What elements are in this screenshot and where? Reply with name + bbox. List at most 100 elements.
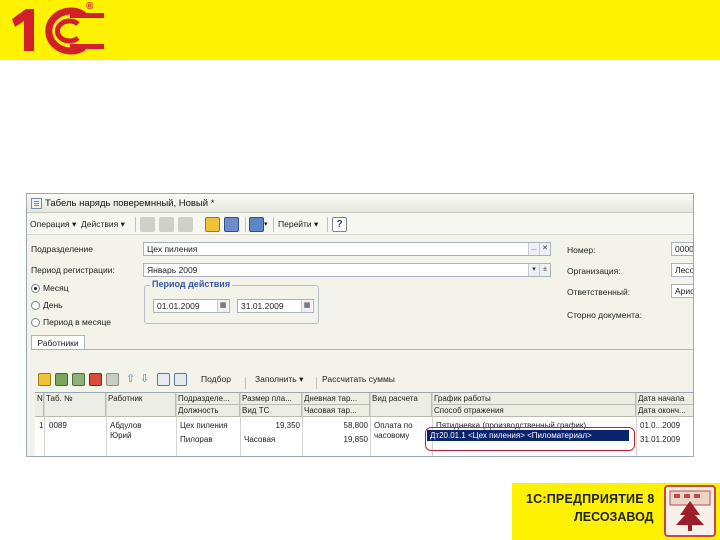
adjust-icon[interactable]: ±: [539, 264, 550, 276]
col-header-end-date[interactable]: Дата оконч...: [636, 405, 693, 417]
subdivision-value: Цех пиления: [147, 244, 198, 254]
add-row-icon[interactable]: [38, 373, 51, 386]
registered-mark: ®: [86, 1, 94, 12]
period-from-field[interactable]: 01.01.2009 ▦: [153, 299, 230, 313]
delete-row-icon[interactable]: [89, 373, 102, 386]
select-ellipsis-icon[interactable]: ...: [528, 243, 539, 255]
brand-bar: ®: [0, 0, 720, 60]
period-field[interactable]: Январь 2009 ▾ ±: [143, 263, 551, 277]
document-window: Табель нарядь поверемнный, Новый * Опера…: [26, 193, 694, 457]
organization-value: Лесоз: [675, 265, 694, 275]
col-divider: [44, 393, 45, 456]
sort-asc-icon[interactable]: [157, 373, 170, 386]
period-group: Период действия 01.01.2009 ▦ 31.01.2009 …: [144, 279, 319, 324]
clear-icon[interactable]: ✕: [539, 243, 550, 255]
col-header-tab-no[interactable]: Таб. №: [44, 393, 106, 417]
col-header-subdivision[interactable]: Подразделе...: [176, 393, 240, 405]
1c-logo-icon: [12, 7, 104, 55]
cell-day-rate[interactable]: 58,800: [302, 420, 368, 432]
structure-icon[interactable]: [249, 217, 264, 232]
number-value: 0000: [675, 244, 694, 254]
edit-row-icon[interactable]: [72, 373, 85, 386]
radio-day[interactable]: [31, 301, 40, 310]
move-down-icon[interactable]: ⇩: [140, 372, 149, 387]
col-header-rate-type[interactable]: Вид ТС: [240, 405, 302, 417]
select-button[interactable]: Подбор: [201, 372, 231, 387]
period-to-field[interactable]: 31.01.2009 ▦: [237, 299, 314, 313]
operation-menu[interactable]: Операция ▾: [30, 217, 76, 232]
col-header-day-rate[interactable]: Дневная тар...: [302, 393, 370, 405]
cell-n[interactable]: 1: [37, 420, 43, 432]
toolbar-separator: [135, 217, 136, 232]
main-toolbar: Операция ▾ Действия ▾ ▾ Перейти ▾ ?: [27, 214, 693, 235]
cell-end-date[interactable]: 31.01.2009: [638, 434, 680, 446]
cell-worker-name[interactable]: Юрий: [108, 430, 131, 442]
col-header-n[interactable]: N: [35, 393, 44, 417]
radio-period-in-month-label: Период в месяце: [43, 317, 111, 327]
responsible-field[interactable]: Арис: [671, 284, 693, 298]
organization-label: Организация:: [567, 266, 621, 276]
unpost-document-icon[interactable]: [224, 217, 239, 232]
edit-icon[interactable]: [178, 217, 193, 232]
move-up-icon[interactable]: ⇧: [126, 372, 135, 387]
period-value: Январь 2009: [147, 265, 198, 275]
col-header-hour-rate[interactable]: Часовая тар...: [302, 405, 370, 417]
col-header-calc-type[interactable]: Вид расчета: [370, 393, 432, 417]
col-divider: [370, 393, 371, 456]
radio-month[interactable]: [31, 284, 40, 293]
organization-field[interactable]: Лесоз: [671, 263, 694, 277]
cell-start-date[interactable]: 01.0...2009: [638, 420, 680, 432]
product-line2: ЛЕСОЗАВОД: [574, 510, 654, 524]
cell-calc-type-line2[interactable]: часовому: [372, 430, 409, 442]
cell-rate-type[interactable]: Часовая: [242, 434, 275, 446]
storno-label: Сторно документа:: [567, 310, 642, 320]
goto-menu[interactable]: Перейти ▾: [278, 217, 318, 232]
calc-sums-button[interactable]: Рассчитать суммы: [322, 372, 395, 387]
structure-dropdown-icon[interactable]: ▾: [264, 217, 268, 232]
cell-position[interactable]: Пилорав: [178, 434, 213, 446]
1c-logo: ®: [6, 1, 110, 57]
highlight-annotation: [425, 427, 635, 451]
tab-workers[interactable]: Работники: [31, 335, 85, 350]
calendar-icon[interactable]: ▦: [301, 300, 312, 312]
actions-menu[interactable]: Действия ▾: [81, 217, 125, 232]
col-divider: [176, 393, 177, 456]
table-toolbar-separator: [316, 377, 317, 389]
col-header-pay-size[interactable]: Размер пла...: [240, 393, 302, 405]
copy-row-icon[interactable]: [55, 373, 68, 386]
col-header-position[interactable]: Должность: [176, 405, 240, 417]
period-group-title: Период действия: [150, 279, 233, 289]
toolbar-separator: [273, 217, 274, 232]
period-label: Период регистрации:: [31, 265, 115, 275]
toolbar-separator: [327, 217, 328, 232]
col-header-start-date[interactable]: Дата начала: [636, 393, 693, 405]
help-icon[interactable]: ?: [332, 217, 347, 232]
col-divider: [106, 393, 107, 456]
cell-tab-no[interactable]: 0089: [47, 420, 67, 432]
add-icon[interactable]: [140, 217, 155, 232]
post-document-icon[interactable]: [205, 217, 220, 232]
chevron-down-icon[interactable]: ▾: [528, 264, 539, 276]
responsible-label: Ответственный:: [567, 287, 631, 297]
subdivision-field[interactable]: Цех пиления ... ✕: [143, 242, 551, 256]
number-field[interactable]: 0000: [671, 242, 694, 256]
cell-pay-size[interactable]: 19,350: [240, 420, 300, 432]
table-toolbar-separator: [245, 377, 246, 389]
col-header-worker[interactable]: Работник: [106, 393, 176, 417]
copy-icon[interactable]: [159, 217, 174, 232]
calendar-icon[interactable]: ▦: [217, 300, 228, 312]
radio-period-in-month[interactable]: [31, 318, 40, 327]
col-header-reflection[interactable]: Способ отражения: [432, 405, 636, 417]
fill-menu[interactable]: Заполнить ▾: [255, 372, 303, 387]
radio-day-label: День: [43, 300, 63, 310]
end-edit-icon[interactable]: [106, 373, 119, 386]
number-label: Номер:: [567, 245, 596, 255]
sort-desc-icon[interactable]: [174, 373, 187, 386]
period-to-value: 31.01.2009: [241, 301, 284, 311]
col-header-schedule[interactable]: График работы: [432, 393, 636, 405]
cell-hour-rate[interactable]: 19,850: [302, 434, 368, 446]
radio-month-label: Месяц: [43, 283, 69, 293]
cell-subdivision[interactable]: Цех пиления: [178, 420, 228, 432]
subdivision-label: Подразделение: [31, 244, 93, 254]
product-line1: 1С:ПРЕДПРИЯТИЕ 8: [526, 492, 655, 506]
